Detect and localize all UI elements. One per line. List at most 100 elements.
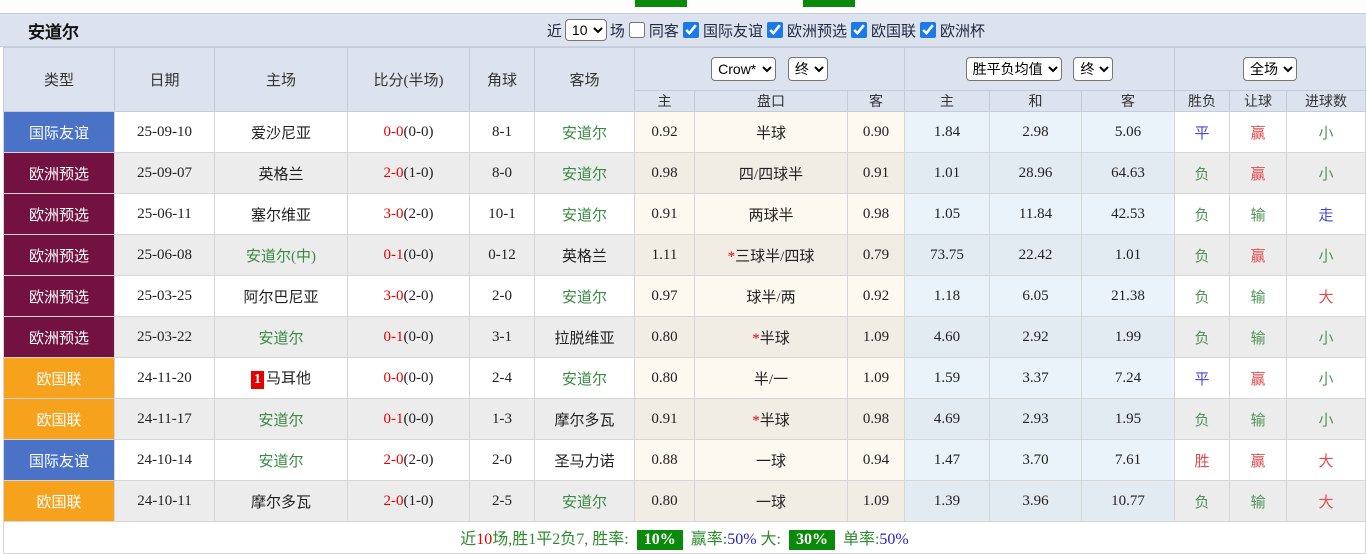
home-team-name: 英格兰 xyxy=(258,167,303,183)
away-team: 圣马力诺 xyxy=(535,440,635,481)
sub-header-handicap-result: 让球 xyxy=(1230,91,1287,112)
summary-recent: 近 xyxy=(460,531,476,548)
away-team-name: 安道尔 xyxy=(562,495,607,511)
avg-away: 1.99 xyxy=(1082,317,1175,358)
match-type-badge: 欧洲预选 xyxy=(4,235,115,276)
avg-type-select[interactable]: 胜平负均值 xyxy=(966,57,1062,81)
handicap-line: 球半/两 xyxy=(695,276,848,317)
line-text: 两球半 xyxy=(748,208,793,224)
filter-label-euro-cup: 欧洲杯 xyxy=(940,20,985,41)
away-team: 安道尔 xyxy=(535,112,635,153)
home-team-name: 阿尔巴尼亚 xyxy=(243,290,318,306)
rank-badge: 1 xyxy=(251,371,264,389)
home-team: 安道尔 xyxy=(215,317,348,358)
odds-away: 1.09 xyxy=(848,358,905,399)
summary-record: 场,胜1平2负7, 胜率: xyxy=(492,531,628,548)
result-wdl: 负 xyxy=(1175,276,1230,317)
result-handicap: 输 xyxy=(1230,481,1287,522)
avg-away: 10.77 xyxy=(1082,481,1175,522)
sub-header-avg-away: 客 xyxy=(1082,91,1175,112)
avg-group-header: 胜平负均值 终 xyxy=(905,48,1175,91)
result-goals: 小 xyxy=(1287,358,1366,399)
match-type-badge: 欧洲预选 xyxy=(4,194,115,235)
avg-home: 4.60 xyxy=(905,317,990,358)
halftime-score: (0-0) xyxy=(404,329,434,345)
away-team: 安道尔 xyxy=(535,276,635,317)
odds-home: 0.91 xyxy=(635,194,695,235)
away-team-name: 安道尔 xyxy=(562,126,607,142)
avg-time-select[interactable]: 终 xyxy=(1073,57,1113,81)
away-team: 安道尔 xyxy=(535,153,635,194)
away-team: 安道尔 xyxy=(535,358,635,399)
recent-count-select[interactable]: 10 xyxy=(565,19,607,41)
avg-away: 64.63 xyxy=(1082,153,1175,194)
result-goals: 走 xyxy=(1287,194,1366,235)
avg-away: 21.38 xyxy=(1082,276,1175,317)
result-handicap: 赢 xyxy=(1230,153,1287,194)
match-date: 25-06-08 xyxy=(115,235,215,276)
avg-home: 1.39 xyxy=(905,481,990,522)
match-date: 24-11-20 xyxy=(115,358,215,399)
filter-checkbox-euro-cup[interactable] xyxy=(920,22,936,38)
matches-label: 场 xyxy=(610,20,625,41)
fulltime-score: 2-0 xyxy=(384,452,404,468)
home-team-name: 安道尔 xyxy=(258,331,303,347)
single-rate-value: 50% xyxy=(879,531,908,548)
odds-time-select[interactable]: 终 xyxy=(788,57,828,81)
avg-draw: 2.93 xyxy=(990,399,1082,440)
same-opponent-checkbox[interactable] xyxy=(629,22,645,38)
avg-home: 1.01 xyxy=(905,153,990,194)
result-scope-select[interactable]: 全场 xyxy=(1243,57,1297,81)
home-team-name: 马耳他 xyxy=(266,371,311,387)
match-type-badge: 国际友谊 xyxy=(4,440,115,481)
odds-home: 0.80 xyxy=(635,481,695,522)
corners: 2-0 xyxy=(470,440,535,481)
sub-header-odds-away: 客 xyxy=(848,91,905,112)
match-date: 24-10-11 xyxy=(115,481,215,522)
odds-away: 0.94 xyxy=(848,440,905,481)
big-rate-label: 大: xyxy=(761,531,781,548)
avg-away: 7.61 xyxy=(1082,440,1175,481)
odds-home: 0.91 xyxy=(635,399,695,440)
match-date: 25-09-10 xyxy=(115,112,215,153)
halftime-score: (0-0) xyxy=(404,411,434,427)
odds-away: 0.98 xyxy=(848,194,905,235)
odds-away: 0.98 xyxy=(848,399,905,440)
col-header-type: 类型 xyxy=(4,48,115,112)
filter-label-nations-league: 欧国联 xyxy=(871,20,916,41)
table-row: 欧洲预选25-03-22安道尔0-1(0-0)3-1拉脱维亚0.80*半球1.0… xyxy=(4,317,1366,358)
filter-checkbox-friendly[interactable] xyxy=(683,22,699,38)
filter-checkbox-nations-league[interactable] xyxy=(851,22,867,38)
match-date: 25-09-07 xyxy=(115,153,215,194)
filter-checkbox-euro-qual[interactable] xyxy=(767,22,783,38)
match-date: 25-06-11 xyxy=(115,194,215,235)
result-goals: 小 xyxy=(1287,112,1366,153)
result-handicap: 赢 xyxy=(1230,440,1287,481)
avg-home: 1.84 xyxy=(905,112,990,153)
odds-away: 1.09 xyxy=(848,481,905,522)
line-star: * xyxy=(752,331,760,347)
match-type-badge: 欧国联 xyxy=(4,358,115,399)
line-text: 一球 xyxy=(756,454,786,470)
handicap-line: *半球 xyxy=(695,399,848,440)
result-wdl: 平 xyxy=(1175,112,1230,153)
odds-company-select[interactable]: Crow* xyxy=(711,57,776,81)
halftime-score: (0-0) xyxy=(404,124,434,140)
avg-home: 4.69 xyxy=(905,399,990,440)
avg-away: 42.53 xyxy=(1082,194,1175,235)
result-wdl: 负 xyxy=(1175,235,1230,276)
table-row: 欧国联24-11-201马耳他0-0(0-0)2-4安道尔0.80半/一1.09… xyxy=(4,358,1366,399)
avg-away: 7.24 xyxy=(1082,358,1175,399)
matches-table: 类型 日期 主场 比分(半场) 角球 客场 Crow* 终 胜平负均值 xyxy=(3,47,1366,554)
corners: 3-1 xyxy=(470,317,535,358)
corners: 8-0 xyxy=(470,153,535,194)
halftime-score: (0-0) xyxy=(404,370,434,386)
result-wdl: 负 xyxy=(1175,317,1230,358)
handicap-line: 半球 xyxy=(695,112,848,153)
big-rate-badge: 30% xyxy=(789,530,835,550)
line-text: 半球 xyxy=(760,331,790,347)
result-goals: 小 xyxy=(1287,399,1366,440)
odds-home: 0.97 xyxy=(635,276,695,317)
home-team: 安道尔 xyxy=(215,399,348,440)
home-team-name: 爱沙尼亚 xyxy=(251,126,311,142)
